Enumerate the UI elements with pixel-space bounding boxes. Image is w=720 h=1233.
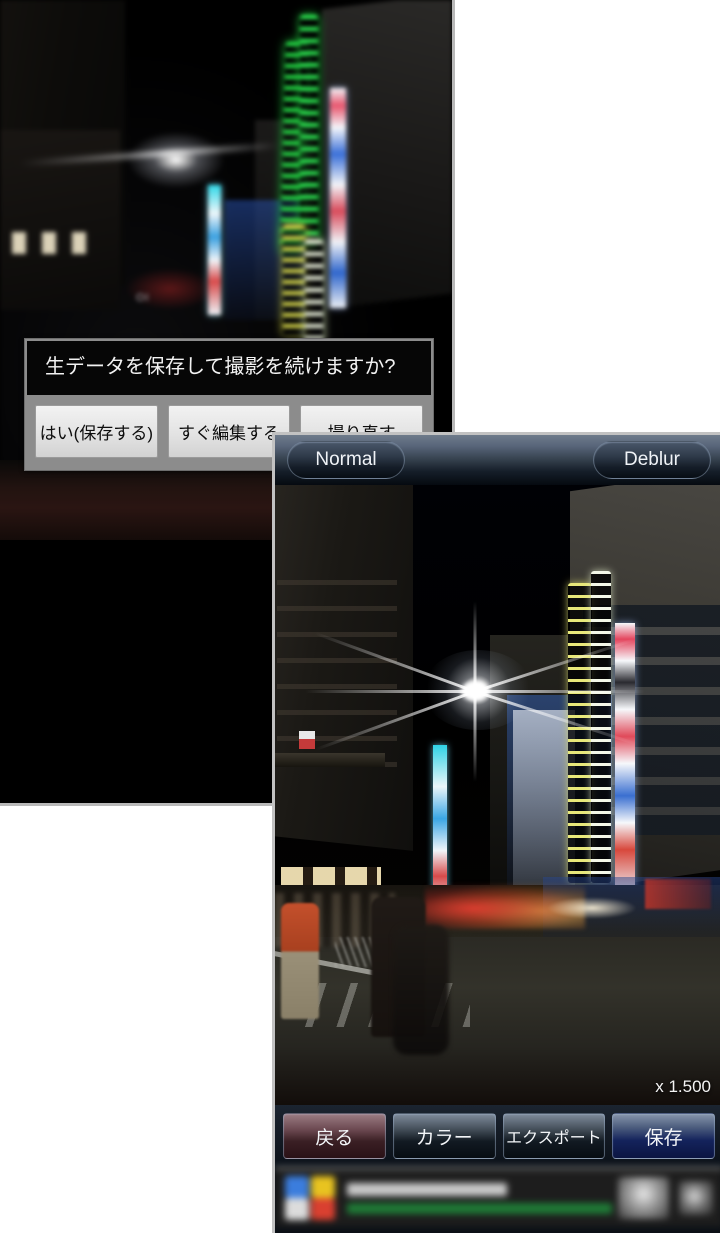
vertical-sign-blue: [615, 623, 635, 893]
streetlight-ray: [473, 691, 477, 782]
neon-sign-green-2: [300, 15, 318, 245]
cyclist: [393, 925, 449, 1055]
logo-square-red: [311, 1198, 335, 1220]
car-headlight: [547, 897, 637, 919]
shop-window-lights: [12, 232, 102, 254]
dialog-title: 生データを保存して撮影を続けますか?: [27, 341, 431, 395]
deblur-result-image[interactable]: x 1.500: [275, 485, 720, 1105]
red-shop-sign: [645, 879, 711, 909]
building-left-windows: [277, 580, 397, 780]
vertical-sign-blue: [330, 88, 346, 308]
neon-sign-yellow: [568, 583, 592, 883]
tab-deblur[interactable]: Deblur: [593, 441, 711, 479]
logo-square-white: [285, 1198, 309, 1220]
neon-sign-white: [591, 571, 611, 883]
streetlight-ray: [473, 601, 477, 692]
balcony-rail: [275, 753, 385, 767]
ad-title-text: [347, 1182, 507, 1196]
streetlight-core: [461, 681, 489, 701]
ad-thumbnail: [618, 1177, 670, 1219]
deblur-result-window[interactable]: Normal Deblur x 1.500 戻る カラー エクスポート 保存: [272, 432, 720, 1233]
google-logo-icon: [285, 1176, 337, 1220]
tab-normal[interactable]: Normal: [287, 441, 405, 479]
neon-sign-yellow: [283, 225, 305, 335]
viewer-toolbar: 戻る カラー エクスポート 保存: [275, 1105, 720, 1167]
white-wall-facade: [513, 710, 575, 890]
ad-banner[interactable]: [275, 1167, 720, 1227]
streetlight-glare: [128, 132, 224, 188]
back-button[interactable]: 戻る: [283, 1113, 386, 1159]
shop-sign-text: OI: [136, 292, 150, 304]
vertical-sign-cyan: [433, 745, 447, 905]
ad-thumbnail-secondary: [679, 1181, 713, 1215]
viewer-header: Normal Deblur: [275, 435, 720, 485]
ad-url-text: [347, 1202, 612, 1214]
pedestrian-orange-jacket: [281, 903, 319, 1019]
zoom-level-label: x 1.500: [655, 1077, 711, 1096]
save-button[interactable]: 保存: [612, 1113, 715, 1159]
color-button[interactable]: カラー: [392, 1113, 496, 1159]
logo-square-yellow: [311, 1176, 335, 1198]
save-raw-button[interactable]: はい(保存する): [35, 405, 158, 458]
neon-sign-white: [305, 240, 323, 350]
streetlight-ray: [475, 690, 645, 693]
wall-flag: [299, 731, 315, 749]
ad-text-block: [347, 1182, 612, 1214]
logo-square-blue: [285, 1176, 309, 1198]
export-button[interactable]: エクスポート: [502, 1113, 606, 1159]
streetlight-ray: [305, 690, 475, 693]
